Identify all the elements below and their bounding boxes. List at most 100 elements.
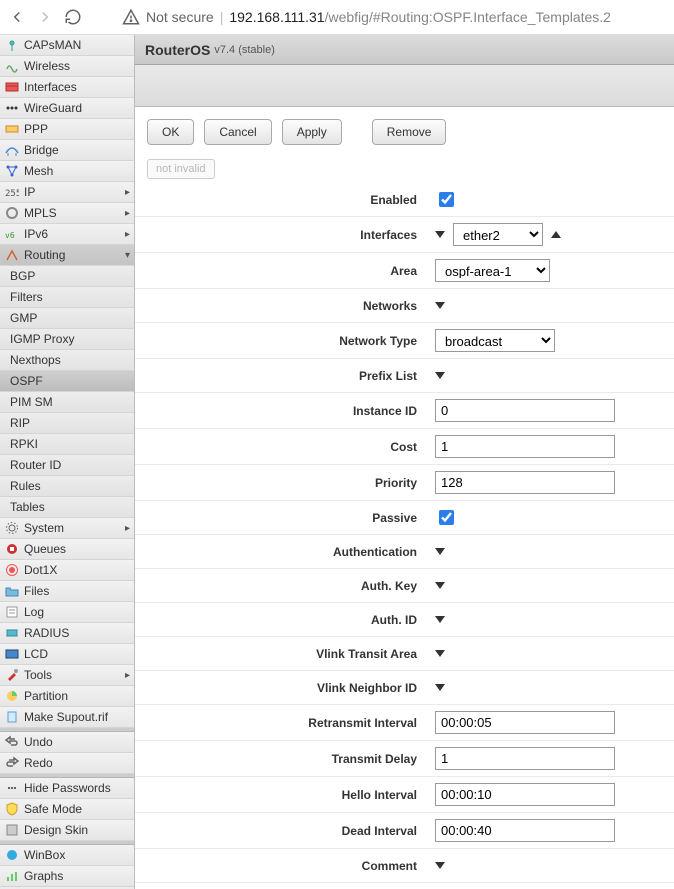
sidebar-item-system[interactable]: System▸ [0,518,134,539]
sidebar-sub-nexthops[interactable]: Nexthops [0,350,134,371]
priority-field[interactable] [435,471,615,494]
sidebar-item-design-skin[interactable]: Design Skin [0,820,134,841]
label-priority: Priority [135,476,435,490]
browser-toolbar: Not secure | 192.168.111.31/webfig/#Rout… [0,0,674,35]
sidebar-item-bridge[interactable]: Bridge [0,140,134,161]
expand-icon[interactable] [435,302,445,309]
expand-icon[interactable] [435,372,445,379]
label-area: Area [135,264,435,278]
remove-button[interactable]: Remove [372,119,447,145]
sidebar-item-winbox[interactable]: WinBox [0,845,134,866]
ok-button[interactable]: OK [147,119,194,145]
interfaces-select[interactable]: ether2 [453,223,543,246]
main-content: RouterOS v7.4 (stable) OK Cancel Apply R… [135,35,674,889]
sidebar-item-label: MPLS [24,206,57,220]
sidebar-item-label: Nexthops [10,353,61,367]
sidebar-item-label: Undo [24,735,53,749]
sidebar-item-routing[interactable]: Routing▾ [0,245,134,266]
expand-icon[interactable] [435,582,445,589]
sidebar-item-hide-passwords[interactable]: Hide Passwords [0,778,134,799]
sidebar-sub-rules[interactable]: Rules [0,476,134,497]
sidebar-item-label: Tables [10,500,45,514]
sidebar-sub-rpki[interactable]: RPKI [0,434,134,455]
network-type-select[interactable]: broadcast [435,329,555,352]
label-instance-id: Instance ID [135,404,435,418]
gear-icon [4,520,20,536]
row-instance-id: Instance ID [135,393,674,429]
sidebar-item-partition[interactable]: Partition [0,686,134,707]
row-hello: Hello Interval [135,777,674,813]
sidebar-item-label: CAPsMAN [24,38,81,52]
sidebar-item-files[interactable]: Files [0,581,134,602]
sidebar-sub-igmp-proxy[interactable]: IGMP Proxy [0,329,134,350]
passive-checkbox[interactable] [439,510,454,525]
row-vlink-neighbor: Vlink Neighbor ID [135,671,674,705]
sidebar-item-tools[interactable]: Tools▸ [0,665,134,686]
sidebar-sub-bgp[interactable]: BGP [0,266,134,287]
sidebar-item-wireguard[interactable]: WireGuard [0,98,134,119]
ip-icon: 255 [4,184,20,200]
retransmit-field[interactable] [435,711,615,734]
shield-icon [4,801,20,817]
reload-icon[interactable] [64,8,82,26]
apply-button[interactable]: Apply [282,119,342,145]
sidebar-sub-gmp[interactable]: GMP [0,308,134,329]
sidebar-item-mpls[interactable]: MPLS▸ [0,203,134,224]
sidebar-item-graphs[interactable]: Graphs [0,866,134,887]
chevron-icon: ▸ [125,187,130,198]
warning-icon [122,8,140,26]
label-cost: Cost [135,440,435,454]
sidebar-item-log[interactable]: Log [0,602,134,623]
sidebar-sub-filters[interactable]: Filters [0,287,134,308]
label-passive: Passive [135,511,435,525]
sidebar-item-make-supout-rif[interactable]: Make Supout.rif [0,707,134,728]
row-authentication: Authentication [135,535,674,569]
sidebar-item-ppp[interactable]: PPP [0,119,134,140]
enabled-checkbox[interactable] [439,192,454,207]
ppp-icon [4,121,20,137]
sidebar-item-wireless[interactable]: Wireless [0,56,134,77]
dead-field[interactable] [435,819,615,842]
back-icon[interactable] [8,8,26,26]
expand-icon[interactable] [435,862,445,869]
transmit-delay-field[interactable] [435,747,615,770]
cancel-button[interactable]: Cancel [204,119,271,145]
sidebar-item-mesh[interactable]: Mesh [0,161,134,182]
area-select[interactable]: ospf-area-1 [435,259,550,282]
sidebar-sub-ospf[interactable]: OSPF [0,371,134,392]
forward-icon[interactable] [36,8,54,26]
sidebar-item-ip[interactable]: 255IP▸ [0,182,134,203]
expand-icon[interactable] [435,231,445,238]
sidebar-item-ipv6[interactable]: v6IPv6▸ [0,224,134,245]
expand-icon[interactable] [435,684,445,691]
sidebar-item-redo[interactable]: Redo [0,753,134,774]
sidebar-item-interfaces[interactable]: Interfaces [0,77,134,98]
sidebar-item-queues[interactable]: Queues [0,539,134,560]
hello-field[interactable] [435,783,615,806]
sidebar-sub-pim-sm[interactable]: PIM SM [0,392,134,413]
sidebar-item-lcd[interactable]: LCD [0,644,134,665]
expand-icon[interactable] [435,548,445,555]
sidebar-item-radius[interactable]: RADIUS [0,623,134,644]
sidebar-sub-router-id[interactable]: Router ID [0,455,134,476]
cost-field[interactable] [435,435,615,458]
instance-id-field[interactable] [435,399,615,422]
sidebar-item-capsman[interactable]: CAPsMAN [0,35,134,56]
sidebar-item-dot1x[interactable]: Dot1X [0,560,134,581]
collapse-icon[interactable] [551,231,561,238]
sidebar-item-label: Make Supout.rif [24,710,108,724]
row-area: Area ospf-area-1 [135,253,674,289]
sidebar-item-label: Log [24,605,44,619]
sidebar-sub-tables[interactable]: Tables [0,497,134,518]
wave-icon [4,58,20,74]
sidebar-item-label: Rules [10,479,41,493]
sidebar-sub-rip[interactable]: RIP [0,413,134,434]
address-bar[interactable]: Not secure | 192.168.111.31/webfig/#Rout… [122,8,611,26]
sidebar-item-label: Routing [24,248,65,262]
expand-icon[interactable] [435,616,445,623]
row-priority: Priority [135,465,674,501]
expand-icon[interactable] [435,650,445,657]
sidebar-item-safe-mode[interactable]: Safe Mode [0,799,134,820]
url-text: 192.168.111.31/webfig/#Routing:OSPF.Inte… [229,9,611,25]
sidebar-item-undo[interactable]: Undo [0,732,134,753]
